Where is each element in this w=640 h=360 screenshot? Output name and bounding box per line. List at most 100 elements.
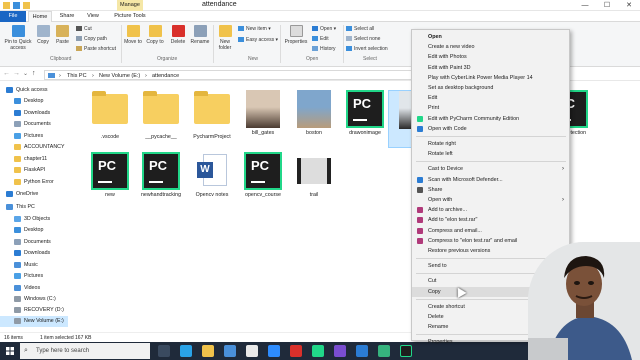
- context-menu-item[interactable]: Create a new video: [412, 42, 569, 52]
- copy-to-button[interactable]: Copy to: [146, 25, 164, 45]
- tab-view[interactable]: View: [82, 11, 104, 22]
- context-menu-item[interactable]: Edit: [412, 93, 569, 103]
- nav-item[interactable]: Desktop: [0, 225, 68, 236]
- media-icon[interactable]: [334, 345, 346, 357]
- context-menu-item[interactable]: Rotate right: [412, 139, 569, 149]
- nav-item[interactable]: FlaskAPI: [0, 165, 68, 176]
- file-item[interactable]: __pycache__: [133, 90, 189, 148]
- pin-quick-access-button[interactable]: Pin to Quick access: [3, 25, 33, 51]
- new-item-button[interactable]: New item ▾: [238, 26, 271, 32]
- copy-button[interactable]: Copy: [35, 25, 51, 45]
- task-view-icon[interactable]: [158, 345, 170, 357]
- nav-item[interactable]: OneDrive: [0, 189, 68, 200]
- breadcrumb-this-pc[interactable]: This PC: [67, 72, 87, 80]
- chrome-icon[interactable]: [246, 345, 258, 357]
- file-item[interactable]: PC drawonimage: [337, 90, 393, 148]
- forward-arrow-icon[interactable]: →: [13, 70, 20, 77]
- edge-icon[interactable]: [180, 345, 192, 357]
- context-menu-item[interactable]: Restore previous versions: [412, 246, 569, 256]
- open-button[interactable]: Open ▾: [312, 26, 336, 32]
- nav-item[interactable]: Pictures: [0, 271, 68, 282]
- nav-item[interactable]: chapter11: [0, 154, 68, 165]
- properties-icon[interactable]: [13, 2, 20, 9]
- context-menu-item[interactable]: Scan with Microsoft Defender...: [412, 175, 569, 185]
- context-menu-item[interactable]: Rotate left: [412, 149, 569, 159]
- context-menu-item[interactable]: Compress and email...: [412, 226, 569, 236]
- close-button[interactable]: ✕: [618, 0, 640, 11]
- nav-item[interactable]: RECOVERY (D:): [0, 305, 68, 316]
- new-folder-icon[interactable]: [23, 2, 30, 9]
- nav-item[interactable]: This PC: [0, 202, 68, 213]
- paste-shortcut-button[interactable]: Paste shortcut: [76, 46, 116, 52]
- context-menu-item[interactable]: Edit with Photos: [412, 52, 569, 62]
- context-menu-item[interactable]: Edit with Paint 3D: [412, 63, 569, 73]
- maximize-button[interactable]: ☐: [596, 0, 618, 11]
- new-folder-button[interactable]: New folder: [216, 25, 234, 51]
- breadcrumb-new-volume[interactable]: New Volume (E:): [99, 72, 140, 80]
- file-item[interactable]: PC opencv_course: [235, 152, 291, 210]
- file-item[interactable]: trail: [286, 152, 342, 210]
- nav-item[interactable]: Downloads: [0, 108, 68, 119]
- taskbar-search[interactable]: ⌕ Type here to search: [20, 343, 150, 359]
- context-menu-item[interactable]: Add to archive...: [412, 205, 569, 215]
- nav-item[interactable]: Documents: [0, 237, 68, 248]
- invert-selection-button[interactable]: Invert selection: [346, 46, 388, 52]
- nav-item[interactable]: ACCOUNTANCY: [0, 142, 68, 153]
- nav-item[interactable]: Videos: [0, 283, 68, 294]
- context-menu-item[interactable]: Share: [412, 185, 569, 195]
- file-item[interactable]: boston: [286, 90, 342, 148]
- tab-home[interactable]: Home: [28, 11, 52, 22]
- context-menu-item[interactable]: Print: [412, 103, 569, 113]
- edit-button[interactable]: Edit: [312, 36, 329, 42]
- context-menu-item[interactable]: Cast to Device ›: [412, 164, 569, 174]
- context-menu-item[interactable]: Open: [412, 32, 569, 42]
- context-menu-item[interactable]: Add to "elon test.rar": [412, 215, 569, 225]
- record-icon[interactable]: [290, 345, 302, 357]
- file-item[interactable]: W Opencv notes: [184, 152, 240, 210]
- context-menu-item[interactable]: Set as desktop background: [412, 83, 569, 93]
- file-item[interactable]: PC newhandtracking: [133, 152, 189, 210]
- nav-item[interactable]: Downloads: [0, 248, 68, 259]
- recent-chevron-icon[interactable]: ⌄: [23, 70, 28, 77]
- delete-button[interactable]: Delete: [168, 25, 188, 45]
- breadcrumb-attendance[interactable]: attendance: [152, 72, 179, 80]
- properties-button[interactable]: Properties: [283, 25, 309, 45]
- context-menu-item[interactable]: Edit with PyCharm Community Edition: [412, 114, 569, 124]
- copy-path-button[interactable]: Copy path: [76, 36, 107, 42]
- paste-button[interactable]: Paste: [54, 25, 71, 45]
- file-explorer-icon[interactable]: [202, 345, 214, 357]
- tab-picture-tools[interactable]: Picture Tools: [108, 11, 152, 22]
- file-item[interactable]: PC new: [82, 152, 138, 210]
- tab-share[interactable]: Share: [56, 11, 78, 22]
- address-bar[interactable]: › This PC › New Volume (E:) › attendance: [44, 70, 427, 80]
- nav-item[interactable]: Documents: [0, 119, 68, 130]
- pycharm-running-icon[interactable]: [400, 345, 412, 357]
- nav-item[interactable]: Music: [0, 260, 68, 271]
- select-all-button[interactable]: Select all: [346, 26, 374, 32]
- vscode-taskbar-icon[interactable]: [356, 345, 368, 357]
- easy-access-button[interactable]: Easy access ▾: [238, 37, 278, 43]
- move-to-button[interactable]: Move to: [124, 25, 142, 45]
- context-menu-item[interactable]: Compress to "elon test.rar" and email: [412, 236, 569, 246]
- context-menu-item[interactable]: Open with Code: [412, 124, 569, 134]
- select-none-button[interactable]: Select none: [346, 36, 380, 42]
- nav-item[interactable]: 3D Objects: [0, 214, 68, 225]
- file-item[interactable]: bill_gates: [235, 90, 291, 148]
- file-item[interactable]: PycharmProject: [184, 90, 240, 148]
- zoom-icon[interactable]: [268, 345, 280, 357]
- cut-button[interactable]: Cut: [76, 26, 92, 32]
- up-arrow-icon[interactable]: ↑: [32, 70, 36, 77]
- minimize-button[interactable]: —: [574, 0, 596, 11]
- manage-tab[interactable]: Manage: [117, 0, 143, 11]
- back-arrow-icon[interactable]: ←: [3, 70, 10, 77]
- tab-file[interactable]: File: [0, 11, 26, 22]
- nav-item[interactable]: Pictures: [0, 131, 68, 142]
- nav-item[interactable]: Desktop: [0, 96, 68, 107]
- store-icon[interactable]: [224, 345, 236, 357]
- nav-item[interactable]: Quick access: [0, 85, 68, 96]
- history-button[interactable]: History: [312, 46, 336, 52]
- rename-button[interactable]: Rename: [190, 25, 210, 45]
- context-menu-item[interactable]: Play with CyberLink Power Media Player 1…: [412, 73, 569, 83]
- pycharm-taskbar-icon[interactable]: [312, 345, 324, 357]
- start-button[interactable]: [0, 342, 20, 360]
